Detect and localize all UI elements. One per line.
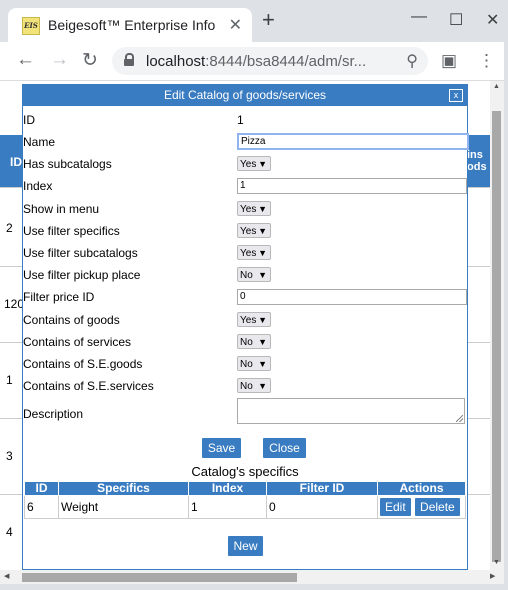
column-header: Specifics (58, 481, 189, 496)
favicon: EIS (22, 17, 40, 35)
id-value: 1 (237, 113, 244, 127)
window-edge (0, 584, 508, 590)
scroll-right-icon[interactable]: ▶ (490, 572, 495, 580)
contains-se-services-select[interactable]: No ▼ (237, 378, 271, 393)
field-label: Description (23, 407, 84, 421)
menu-icon[interactable]: ⋮ (478, 51, 495, 71)
column-header: Filter ID (266, 481, 378, 496)
bg-row-id: 4 (6, 525, 13, 539)
specifics-title: Catalog's specifics (191, 464, 299, 479)
bg-row-id: 3 (6, 449, 13, 463)
column-header: ID (24, 481, 59, 496)
column-header: Index (188, 481, 267, 496)
lock-icon (124, 53, 134, 66)
chevron-down-icon: ▼ (258, 359, 267, 369)
field-label: Use filter subcatalogs (23, 246, 138, 260)
forward-icon[interactable]: → (50, 49, 69, 71)
filter-price-id-input[interactable]: 0 (237, 289, 467, 305)
bg-row-id: 2 (6, 221, 13, 235)
close-button[interactable]: Close (263, 438, 306, 458)
back-icon[interactable]: ← (16, 49, 35, 71)
contains-services-select[interactable]: No ▼ (237, 334, 271, 349)
field-label: Use filter specifics (23, 224, 120, 238)
delete-button[interactable]: Delete (415, 498, 460, 516)
chevron-down-icon: ▼ (258, 226, 267, 236)
url-text: localhost:8444/bsa8444/adm/sr... (146, 53, 367, 70)
specifics-table: ID Specifics Index Filter ID Actions 6 W… (24, 481, 466, 519)
edit-catalog-dialog: Edit Catalog of goods/services x ID 1 Na… (22, 84, 469, 570)
chevron-down-icon: ▼ (258, 337, 267, 347)
contains-goods-select[interactable]: Yes ▼ (237, 312, 271, 327)
description-textarea[interactable] (237, 398, 465, 424)
chevron-down-icon: ▼ (258, 159, 267, 169)
use-filter-pickup-place-select[interactable]: No ▼ (237, 267, 271, 282)
field-label: ID (23, 113, 35, 127)
tab-title: Beigesoft™ Enterprise Info (48, 17, 216, 33)
chevron-down-icon: ▼ (258, 270, 267, 280)
field-label: Contains of services (23, 335, 132, 349)
reload-icon[interactable]: ↻ (82, 49, 98, 72)
use-filter-specifics-select[interactable]: Yes ▼ (237, 223, 271, 238)
save-button[interactable]: Save (202, 438, 241, 458)
window-close-icon[interactable]: ✕ (486, 10, 499, 30)
profile-icon[interactable]: ▣ (441, 51, 457, 71)
zoom-icon[interactable]: ⚲ (406, 51, 418, 71)
chevron-down-icon: ▼ (258, 315, 267, 325)
column-header: Actions (377, 481, 466, 496)
minimize-icon[interactable]: — (411, 8, 427, 26)
field-label: Index (23, 179, 53, 193)
scroll-up-icon[interactable]: ▲ (493, 83, 500, 90)
cell-specifics: Weight (58, 495, 189, 519)
close-icon[interactable]: ✕ (229, 15, 242, 35)
cell-index: 1 (188, 495, 267, 519)
resize-grip-icon[interactable] (456, 415, 463, 422)
name-input[interactable]: Pizza (237, 133, 469, 150)
field-label: Name (23, 135, 56, 149)
dialog-close-icon[interactable]: x (449, 89, 463, 102)
browser-toolbar: ← → ↻ localhost:8444/bsa8444/adm/sr... ⚲… (0, 42, 508, 81)
chevron-down-icon: ▼ (258, 381, 267, 391)
window-edge (504, 0, 508, 590)
has-subcatalogs-select[interactable]: Yes ▼ (237, 156, 271, 171)
new-tab-icon[interactable]: + (262, 9, 275, 31)
field-label: Show in menu (23, 202, 100, 216)
horizontal-scroll-thumb[interactable] (22, 573, 297, 582)
use-filter-subcatalogs-select[interactable]: Yes ▼ (237, 245, 271, 260)
bg-table-header-right: ins ods (467, 135, 490, 187)
field-label: Use filter pickup place (23, 268, 141, 282)
index-input[interactable]: 1 (237, 178, 467, 194)
bg-table-header-left: ID (0, 135, 22, 187)
cell-filter-id: 0 (266, 495, 378, 519)
cell-id: 6 (24, 495, 59, 519)
show-in-menu-select[interactable]: Yes ▼ (237, 201, 271, 216)
dialog-title: Edit Catalog of goods/services x (23, 85, 467, 106)
chevron-down-icon: ▼ (258, 204, 267, 214)
scroll-down-icon[interactable]: ▼ (493, 559, 500, 566)
scroll-left-icon[interactable]: ◀ (4, 572, 9, 580)
bg-row-id: 1 (6, 373, 13, 387)
tab-strip: EIS Beigesoft™ Enterprise Info ✕ + — ☐ ✕ (0, 0, 508, 42)
contains-se-goods-select[interactable]: No ▼ (237, 356, 271, 371)
field-label: Has subcatalogs (23, 157, 112, 171)
address-bar[interactable]: localhost:8444/bsa8444/adm/sr... ⚲ (112, 47, 428, 75)
vertical-scrollbar[interactable]: ▲ ▼ (490, 81, 504, 570)
maximize-icon[interactable]: ☐ (449, 10, 463, 30)
chevron-down-icon: ▼ (258, 248, 267, 258)
new-specific-button[interactable]: New (228, 536, 263, 556)
cell-actions: Edit Delete (377, 495, 466, 519)
edit-button[interactable]: Edit (380, 498, 411, 516)
field-label: Filter price ID (23, 290, 95, 304)
field-label: Contains of S.E.services (23, 379, 154, 393)
field-label: Contains of S.E.goods (23, 357, 143, 371)
vertical-scroll-thumb[interactable] (492, 111, 501, 562)
table-row: 6 Weight 1 0 Edit Delete (24, 495, 466, 519)
browser-tab[interactable]: EIS Beigesoft™ Enterprise Info ✕ (8, 8, 252, 42)
horizontal-scrollbar[interactable]: ◀ ▶ (0, 570, 504, 584)
field-label: Contains of goods (23, 313, 120, 327)
